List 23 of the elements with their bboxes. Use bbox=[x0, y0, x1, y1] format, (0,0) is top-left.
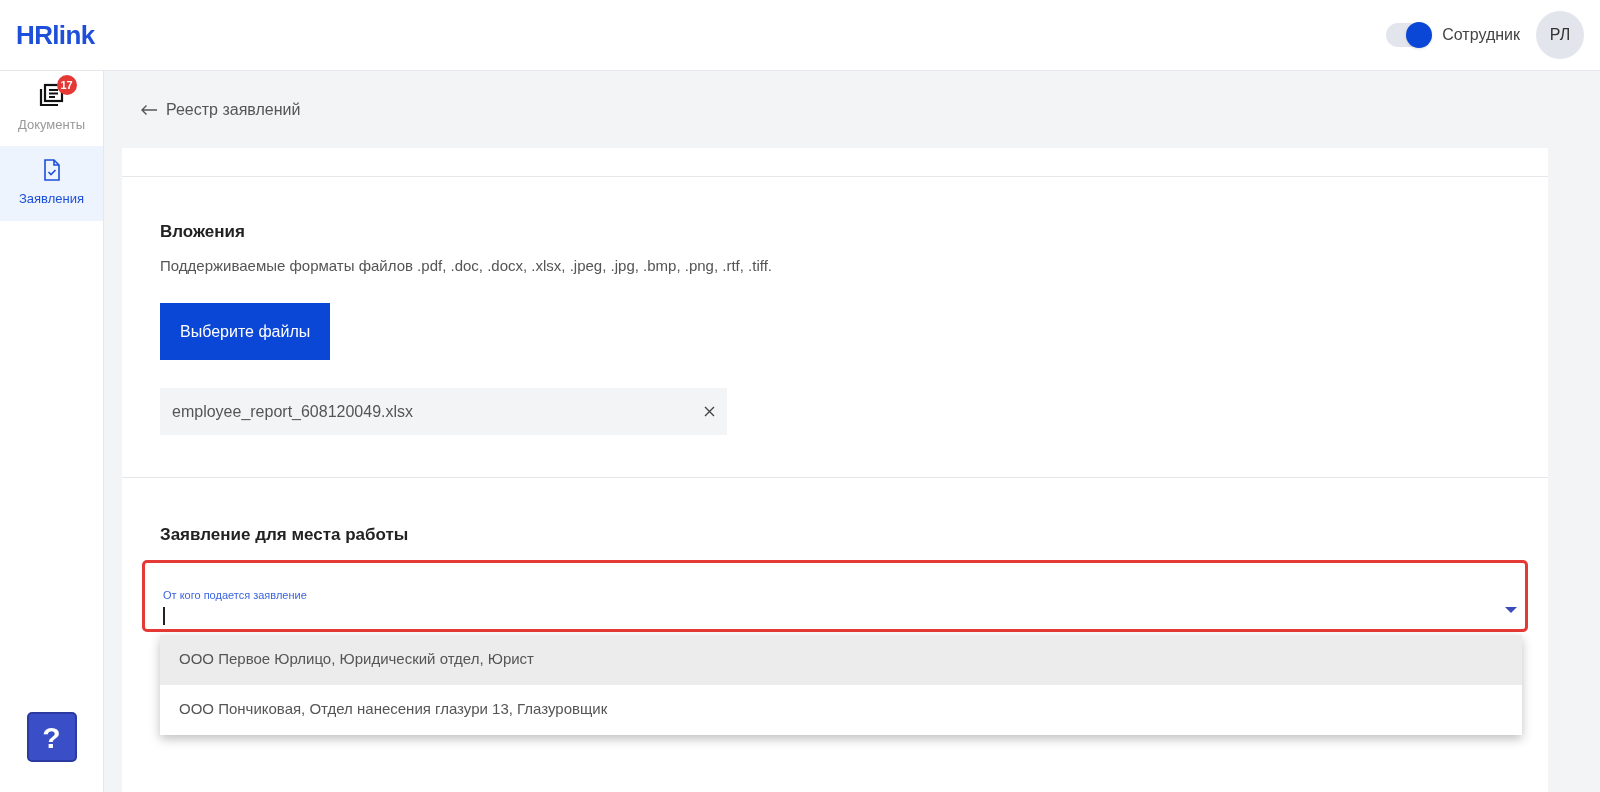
close-icon[interactable] bbox=[704, 406, 715, 417]
formats-hint: Поддерживаемые форматы файлов .pdf, .doc, .docx, .xlsx, .jpeg, .jpg, .bmp, .png, .rtf, .tiff. bbox=[160, 255, 772, 276]
avatar[interactable]: РЛ bbox=[1536, 11, 1584, 59]
nav-label: Документы bbox=[18, 115, 85, 134]
nav-label: Заявления bbox=[19, 189, 84, 208]
dropdown-option[interactable]: ООО Первое Юрлицо, Юридический отдел, Юрист bbox=[160, 634, 1522, 685]
section-title: Вложения bbox=[160, 221, 245, 243]
arrow-left-icon bbox=[140, 103, 158, 116]
file-name: employee_report_608120049.xlsx bbox=[172, 401, 414, 422]
select-field[interactable]: От кого подается заявление bbox=[142, 559, 1528, 632]
back-link[interactable]: Реестр заявлений bbox=[140, 97, 301, 122]
role-label: Сотрудник bbox=[1442, 25, 1520, 45]
caret-icon[interactable] bbox=[1505, 606, 1517, 614]
field-label: От кого подается заявление bbox=[163, 587, 308, 603]
count-badge: 17 bbox=[56, 74, 77, 95]
help-button[interactable]: ? bbox=[26, 712, 77, 762]
section-title: Заявление для места работы bbox=[160, 524, 410, 546]
logo[interactable]: HRlink bbox=[16, 15, 95, 55]
sidebar-item[interactable]: Заявления bbox=[0, 146, 103, 221]
dropdown-option[interactable]: ООО Пончиковая, Отдел нанесения глазури 13, Глазуровщик bbox=[160, 684, 1522, 735]
document-check-icon bbox=[42, 158, 61, 181]
choose-files-button[interactable]: Выберите файлы bbox=[160, 303, 331, 360]
role-toggle[interactable] bbox=[1386, 23, 1431, 47]
